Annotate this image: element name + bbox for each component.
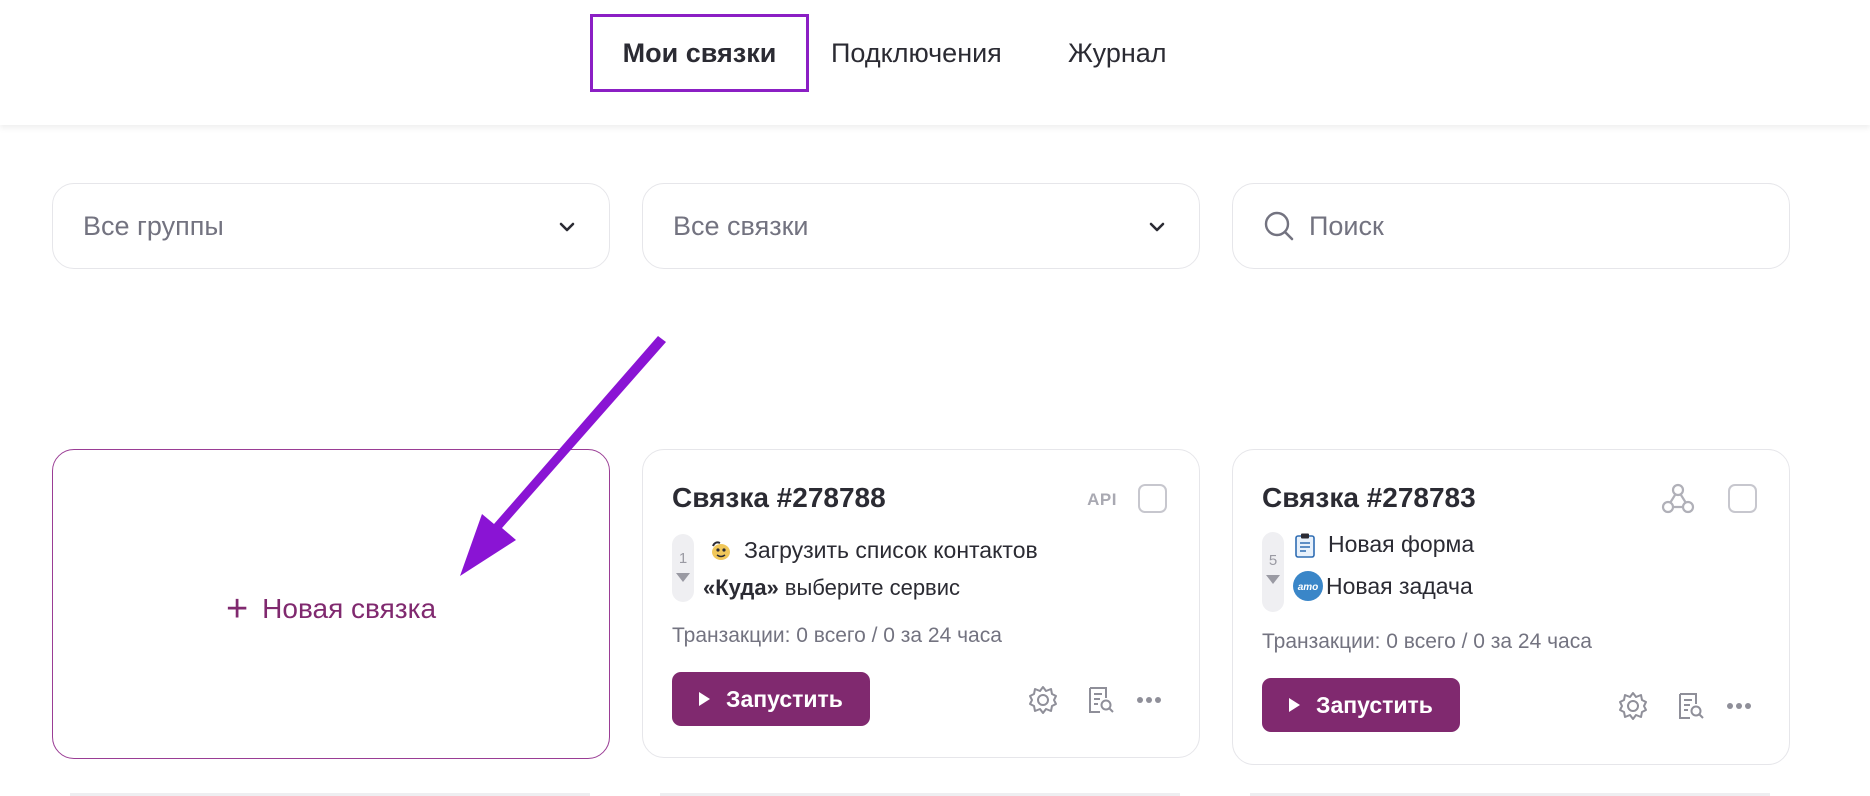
new-link-button[interactable]: + Новая связка [53,590,609,628]
run-button[interactable]: Запустить [672,672,870,726]
run-button[interactable]: Запустить [1262,678,1460,732]
chevron-down-icon [559,222,575,232]
caret-down-icon [1266,575,1280,584]
webhook-icon [1659,480,1697,523]
steps-count: 1 [678,550,688,567]
tab-journal[interactable]: Журнал [1068,14,1167,92]
run-button-label: Запустить [1316,691,1433,718]
trigger-step: Новая форма [1292,531,1474,558]
groups-select[interactable]: Все группы [52,183,610,269]
search-placeholder: Поиск [1309,210,1384,241]
link-card[interactable]: Связка #278783 5 Новая форма amo Новая з… [1232,449,1790,765]
search-icon [1263,210,1295,242]
tab-connections[interactable]: Подключения [831,14,1002,92]
action-step: amo Новая задача [1292,570,1473,602]
chevron-down-icon [1149,222,1165,232]
settings-gear-icon[interactable] [1027,684,1059,716]
steps-count: 5 [1268,552,1278,569]
run-button-label: Запустить [726,685,843,712]
action-step-text: выберите сервис [784,575,961,600]
select-checkbox[interactable] [1138,484,1167,513]
action-step[interactable]: «Куда» выберите сервис [703,575,960,601]
transactions-text: Транзакции: 0 всего / 0 за 24 часа [1262,630,1592,653]
trigger-step: Загрузить список контактов [708,537,1038,564]
settings-gear-icon[interactable] [1617,690,1649,722]
more-dots-icon[interactable] [1726,696,1752,716]
log-view-icon[interactable] [1084,684,1116,716]
top-nav: Мои связки Подключения Журнал [0,0,1870,125]
play-icon [699,692,711,706]
search-input[interactable]: Поиск [1232,183,1790,269]
links-select-value: Все связки [673,210,809,241]
steps-counter[interactable]: 1 [672,534,694,602]
more-dots-icon[interactable] [1136,690,1162,710]
amocrm-icon-text: amo [1298,582,1319,593]
log-view-icon[interactable] [1674,690,1706,722]
card-title[interactable]: Связка #278788 [672,482,886,514]
plus-icon: + [225,588,249,630]
steps-counter[interactable]: 5 [1262,532,1284,612]
transactions-text: Транзакции: 0 всего / 0 за 24 часа [672,624,1002,647]
groups-select-value: Все группы [83,210,224,241]
action-step-prefix: «Куда» [703,575,779,600]
play-icon [1289,698,1301,712]
links-select[interactable]: Все связки [642,183,1200,269]
link-card[interactable]: Связка #278788 API 1 Загрузить список ко… [642,449,1200,758]
clipboard-icon [1292,532,1318,558]
api-badge: API [1087,490,1117,509]
new-link-label: Новая связка [262,593,437,624]
trigger-step-text: Загрузить список контактов [744,537,1038,563]
caret-down-icon [676,573,690,582]
trigger-step-text: Новая форма [1328,531,1475,557]
action-step-text: Новая задача [1326,572,1473,599]
tab-my-links[interactable]: Мои связки [590,14,809,92]
mailchimp-icon [708,538,734,564]
card-title[interactable]: Связка #278783 [1262,482,1476,514]
select-checkbox[interactable] [1728,484,1757,513]
amocrm-icon: amo [1292,570,1324,602]
